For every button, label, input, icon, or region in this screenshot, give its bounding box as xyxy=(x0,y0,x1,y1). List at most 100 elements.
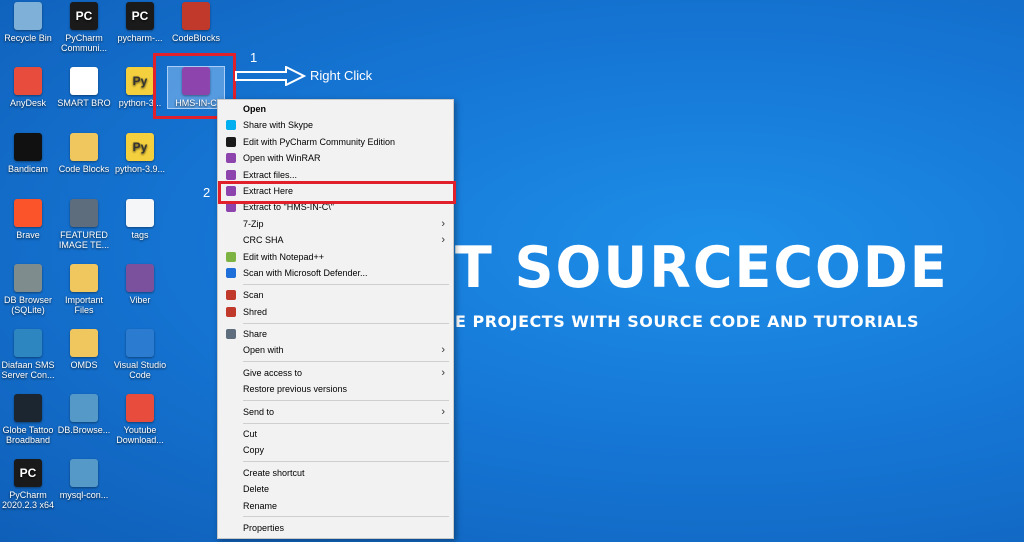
youtube-downloader-icon xyxy=(126,394,154,422)
desktop-icon-pycharm-communi[interactable]: PC PyCharm Communi... xyxy=(56,2,112,53)
menu-item-label: Scan with Microsoft Defender... xyxy=(243,267,368,278)
folder-icon xyxy=(70,133,98,161)
desktop-icon-featured-image-te[interactable]: FEATURED IMAGE TE... xyxy=(56,199,112,250)
menu-item-label: Restore previous versions xyxy=(243,384,348,395)
menu-item-7-zip[interactable]: 7-Zip › xyxy=(218,216,453,232)
menu-item-label: Send to xyxy=(243,406,275,417)
menu-separator xyxy=(243,422,449,424)
menu-item-restore-previous-versions[interactable]: Restore previous versions xyxy=(218,381,453,397)
menu-item-cut[interactable]: Cut xyxy=(218,426,453,442)
desktop-icon-viber[interactable]: Viber xyxy=(112,264,168,305)
desktop-icon-label: python-3.9... xyxy=(114,164,166,174)
desktop-icon-label: OMDS xyxy=(70,360,98,370)
desktop-icon-label: Diafaan SMS Server Con... xyxy=(1,360,55,380)
desktop-icon-brave[interactable]: Brave xyxy=(0,199,56,240)
desktop-icon-code-blocks[interactable]: Code Blocks xyxy=(56,133,112,174)
menu-item-label: 7-Zip xyxy=(243,218,264,229)
menu-item-properties[interactable]: Properties xyxy=(218,520,453,536)
desktop-icon-youtube-download[interactable]: Youtube Download... xyxy=(112,394,168,445)
menu-item-delete[interactable]: Delete xyxy=(218,481,453,497)
desktop-icon-label: mysql-con... xyxy=(59,490,109,500)
menu-item-open-with-winrar[interactable]: Open with WinRAR xyxy=(218,150,453,166)
desktop-icon-label: pycharm-... xyxy=(117,33,163,43)
menu-item-shred[interactable]: Shred xyxy=(218,304,453,320)
menu-item-edit-with-pycharm-community-edition[interactable]: Edit with PyCharm Community Edition xyxy=(218,134,453,150)
chevron-right-icon: › xyxy=(441,217,445,230)
db-browser-icon xyxy=(14,264,42,292)
menu-item-scan-with-microsoft-defender[interactable]: Scan with Microsoft Defender... xyxy=(218,265,453,281)
menu-separator xyxy=(243,461,449,463)
menu-separator xyxy=(243,322,449,324)
installer-icon xyxy=(70,459,98,487)
highlight-box-extract-here xyxy=(218,181,456,204)
menu-item-label: Rename xyxy=(243,500,278,511)
menu-item-label: Open with xyxy=(243,345,284,356)
desktop-icon-recycle-bin[interactable]: Recycle Bin xyxy=(0,2,56,43)
desktop-icon-anydesk[interactable]: AnyDesk xyxy=(0,67,56,108)
arrow-icon xyxy=(235,66,306,86)
menu-item-label: Extract files... xyxy=(243,169,298,180)
menu-item-open-with[interactable]: Open with › xyxy=(218,342,453,358)
codeblocks-icon xyxy=(182,2,210,30)
desktop-icon-omds[interactable]: OMDS xyxy=(56,329,112,370)
step-1-label: 1 xyxy=(250,50,258,65)
python-icon: Py xyxy=(126,67,154,95)
menu-item-label: Properties xyxy=(243,522,285,533)
menu-item-copy[interactable]: Copy xyxy=(218,442,453,458)
menu-item-label: Delete xyxy=(243,484,270,495)
desktop-icon-important-files[interactable]: Important Files xyxy=(56,264,112,315)
menu-item-label: Edit with Notepad++ xyxy=(243,251,325,262)
menu-item-rename[interactable]: Rename xyxy=(218,498,453,514)
desktop-icon-label: FEATURED IMAGE TE... xyxy=(58,230,110,250)
menu-item-label: Create shortcut xyxy=(243,467,305,478)
menu-separator xyxy=(243,361,449,363)
right-click-label: Right Click xyxy=(310,68,373,83)
menu-item-label: Give access to xyxy=(243,367,303,378)
menu-item-edit-with-notepad[interactable]: Edit with Notepad++ xyxy=(218,249,453,265)
defender-icon xyxy=(226,267,236,278)
notepad-plus-icon xyxy=(226,251,236,262)
desktop-icon-db-browse[interactable]: DB.Browse... xyxy=(56,394,112,435)
vscode-icon xyxy=(126,329,154,357)
desktop-icon-visual-studio-code[interactable]: Visual Studio Code xyxy=(112,329,168,380)
menu-item-scan[interactable]: Scan xyxy=(218,287,453,303)
desktop-icon-diafaan-sms-server-con[interactable]: Diafaan SMS Server Con... xyxy=(0,329,56,380)
menu-separator xyxy=(243,400,449,402)
desktop-icon-label: AnyDesk xyxy=(9,98,46,108)
chevron-right-icon: › xyxy=(441,366,445,379)
wallpaper-subtitle: E PROJECTS WITH SOURCE CODE AND TUTORIAL… xyxy=(455,312,919,331)
desktop-icon-smart-bro[interactable]: SMART BRO xyxy=(56,67,112,108)
desktop-icon-python-3-9[interactable]: Py python-3.9... xyxy=(112,133,168,174)
menu-item-create-shortcut[interactable]: Create shortcut xyxy=(218,465,453,481)
desktop-icon-tags[interactable]: tags xyxy=(112,199,168,240)
bandicam-icon xyxy=(14,133,42,161)
desktop-icon-globe-tattoo-broadband[interactable]: Globe Tattoo Broadband xyxy=(0,394,56,445)
menu-item-share-with-skype[interactable]: Share with Skype xyxy=(218,117,453,133)
chevron-right-icon: › xyxy=(441,344,445,357)
desktop-icon-pycharm-2020-2-3-x64[interactable]: PC PyCharm 2020.2.3 x64 xyxy=(0,459,56,510)
menu-item-crc-sha[interactable]: CRC SHA › xyxy=(218,232,453,248)
globe-tattoo-icon xyxy=(14,394,42,422)
menu-item-share[interactable]: Share xyxy=(218,326,453,342)
desktop-icon-db-browser-sqlite[interactable]: DB Browser (SQLite) xyxy=(0,264,56,315)
chevron-right-icon: › xyxy=(441,405,445,418)
chevron-right-icon: › xyxy=(441,234,445,247)
menu-item-send-to[interactable]: Send to › xyxy=(218,404,453,420)
menu-item-label: Cut xyxy=(243,429,258,440)
desktop-icon-pycharm[interactable]: PC pycharm-... xyxy=(112,2,168,43)
desktop-icon-label: tags xyxy=(131,230,149,240)
desktop-icon-codeblocks[interactable]: CodeBlocks xyxy=(168,2,224,43)
menu-item-label: Copy xyxy=(243,445,265,456)
pycharm-icon xyxy=(226,136,236,147)
desktop-icon-label: Recycle Bin xyxy=(4,33,52,43)
menu-item-open[interactable]: Open xyxy=(218,101,453,117)
pycharm-icon: PC xyxy=(14,459,42,487)
menu-item-give-access-to[interactable]: Give access to › xyxy=(218,365,453,381)
desktop-icon-label: PyCharm 2020.2.3 x64 xyxy=(1,490,55,510)
desktop-icon-label: Youtube Download... xyxy=(116,425,164,445)
desktop-icon-bandicam[interactable]: Bandicam xyxy=(0,133,56,174)
desktop-icon-mysql-con[interactable]: mysql-con... xyxy=(56,459,112,500)
desktop-icon-label: Viber xyxy=(129,295,151,305)
smart-bro-icon xyxy=(70,67,98,95)
python-icon: Py xyxy=(126,133,154,161)
